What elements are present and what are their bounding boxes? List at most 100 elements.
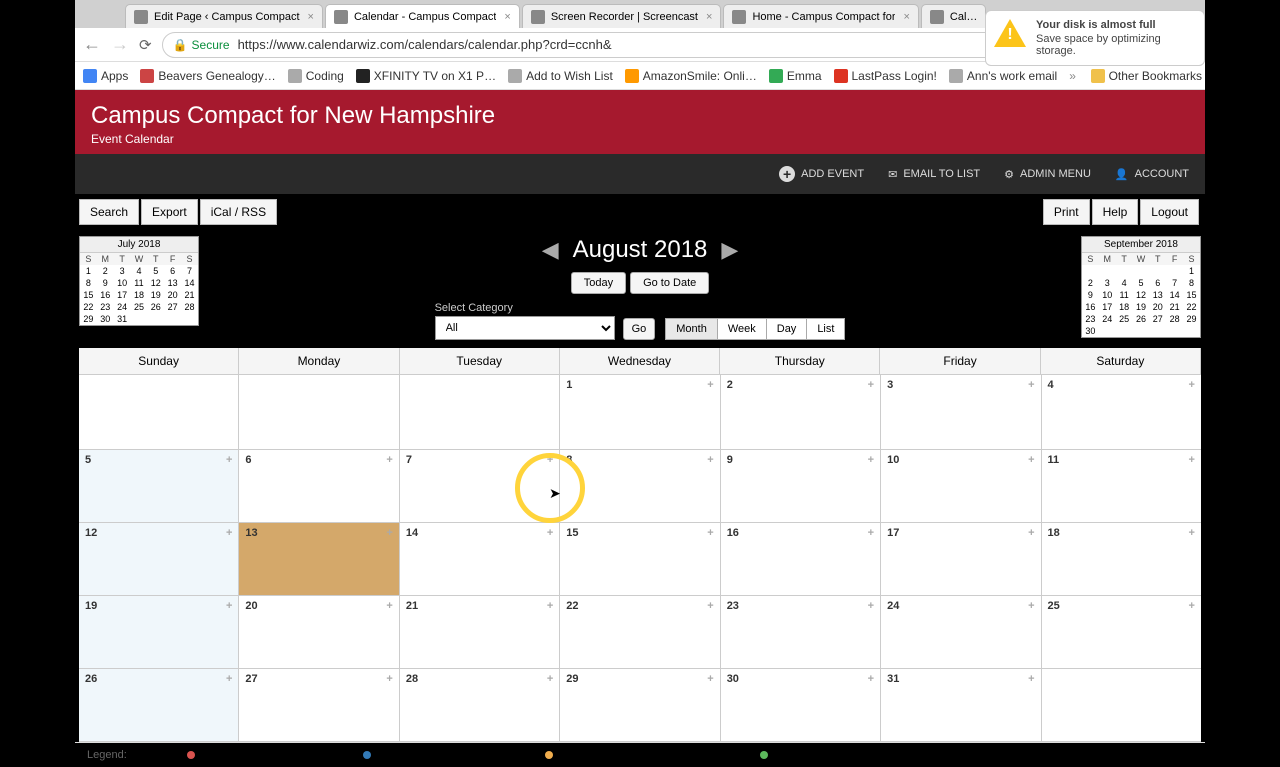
calendar-cell[interactable]: 12+	[79, 523, 239, 595]
calendar-cell[interactable]: 14+	[400, 523, 560, 595]
add-event-plus-icon[interactable]: +	[386, 673, 392, 685]
browser-tab[interactable]: Screen Recorder | Screencast×	[522, 4, 722, 28]
calendar-cell[interactable]: 24+	[881, 596, 1041, 668]
category-select[interactable]: All	[435, 316, 615, 340]
add-event-plus-icon[interactable]: +	[1189, 600, 1195, 612]
go-button[interactable]: Go	[623, 318, 656, 340]
export-button[interactable]: Export	[141, 199, 198, 225]
add-event-plus-icon[interactable]: +	[386, 600, 392, 612]
calendar-cell[interactable]: 18+	[1042, 523, 1201, 595]
calendar-cell[interactable]: 25+	[1042, 596, 1201, 668]
next-month-button[interactable]: ▶	[721, 237, 738, 263]
add-event-plus-icon[interactable]: +	[868, 673, 874, 685]
mini-calendar-next[interactable]: September 2018 SMTWTFS123456789101112131…	[1081, 236, 1201, 338]
add-event-plus-icon[interactable]: +	[547, 454, 553, 466]
calendar-cell[interactable]: 5+	[79, 450, 239, 522]
add-event-plus-icon[interactable]: +	[868, 527, 874, 539]
bookmark-item[interactable]: LastPass Login!	[834, 69, 937, 83]
bookmark-item[interactable]: Ann's work email	[949, 69, 1057, 83]
add-event-plus-icon[interactable]: +	[226, 527, 232, 539]
calendar-cell[interactable]: 31+	[881, 669, 1041, 741]
calendar-cell[interactable]: 4+	[1042, 375, 1201, 449]
mini-calendar-prev[interactable]: July 2018 SMTWTFS12345678910111213141516…	[79, 236, 199, 326]
add-event-plus-icon[interactable]: +	[868, 379, 874, 391]
calendar-cell[interactable]: 20+	[239, 596, 399, 668]
add-event-plus-icon[interactable]: +	[547, 600, 553, 612]
calendar-cell[interactable]: 19+	[79, 596, 239, 668]
calendar-cell[interactable]: 15+	[560, 523, 720, 595]
calendar-cell[interactable]: 3+	[881, 375, 1041, 449]
calendar-cell[interactable]: 30+	[721, 669, 881, 741]
goto-date-button[interactable]: Go to Date	[630, 272, 709, 294]
add-event-plus-icon[interactable]: +	[386, 527, 392, 539]
view-list-button[interactable]: List	[807, 318, 845, 340]
other-bookmarks[interactable]: » Other Bookmarks	[1069, 69, 1202, 83]
ical-button[interactable]: iCal / RSS	[200, 199, 277, 225]
email-list-button[interactable]: ✉EMAIL TO LIST	[888, 168, 980, 181]
add-event-plus-icon[interactable]: +	[1028, 454, 1034, 466]
today-button[interactable]: Today	[571, 272, 626, 294]
calendar-cell[interactable]: 26+	[79, 669, 239, 741]
calendar-cell[interactable]: 16+	[721, 523, 881, 595]
bookmark-item[interactable]: Add to Wish List	[508, 69, 613, 83]
add-event-plus-icon[interactable]: +	[707, 600, 713, 612]
tab-close-icon[interactable]: ×	[504, 11, 510, 23]
apps-button[interactable]: Apps	[83, 69, 128, 83]
print-button[interactable]: Print	[1043, 199, 1090, 225]
tab-close-icon[interactable]: ×	[308, 11, 314, 23]
calendar-cell[interactable]	[400, 375, 560, 449]
logout-button[interactable]: Logout	[1140, 199, 1199, 225]
calendar-cell[interactable]: 9+	[721, 450, 881, 522]
account-button[interactable]: 👤ACCOUNT	[1115, 168, 1189, 181]
calendar-cell[interactable]: 11+	[1042, 450, 1201, 522]
calendar-cell[interactable]: 10+	[881, 450, 1041, 522]
browser-tab[interactable]: Calendar - Campus Compact×	[325, 4, 520, 28]
add-event-plus-icon[interactable]: +	[1189, 379, 1195, 391]
add-event-plus-icon[interactable]: +	[707, 673, 713, 685]
view-day-button[interactable]: Day	[767, 318, 808, 340]
admin-menu-button[interactable]: ⚙ADMIN MENU	[1004, 168, 1091, 181]
calendar-cell[interactable]: 29+	[560, 669, 720, 741]
add-event-plus-icon[interactable]: +	[1028, 527, 1034, 539]
tab-close-icon[interactable]: ×	[903, 11, 909, 23]
add-event-plus-icon[interactable]: +	[1189, 527, 1195, 539]
view-week-button[interactable]: Week	[718, 318, 767, 340]
prev-month-button[interactable]: ◀	[542, 237, 559, 263]
calendar-cell[interactable]: 27+	[239, 669, 399, 741]
view-month-button[interactable]: Month	[665, 318, 718, 340]
calendar-cell[interactable]: 2+	[721, 375, 881, 449]
reload-button[interactable]: ⟳	[139, 36, 152, 54]
calendar-cell[interactable]	[79, 375, 239, 449]
calendar-cell[interactable]: 21+	[400, 596, 560, 668]
search-button[interactable]: Search	[79, 199, 139, 225]
calendar-cell[interactable]: 17+	[881, 523, 1041, 595]
calendar-cell[interactable]	[1042, 669, 1201, 741]
back-button[interactable]: ←	[83, 34, 101, 55]
calendar-cell[interactable]: 28+	[400, 669, 560, 741]
bookmark-item[interactable]: AmazonSmile: Onli…	[625, 69, 757, 83]
add-event-plus-icon[interactable]: +	[1028, 673, 1034, 685]
add-event-plus-icon[interactable]: +	[707, 454, 713, 466]
add-event-plus-icon[interactable]: +	[868, 600, 874, 612]
add-event-plus-icon[interactable]: +	[868, 454, 874, 466]
calendar-cell[interactable]: 13+	[239, 523, 399, 595]
calendar-cell[interactable]	[239, 375, 399, 449]
add-event-plus-icon[interactable]: +	[1028, 379, 1034, 391]
bookmark-item[interactable]: Emma	[769, 69, 822, 83]
calendar-cell[interactable]: 8+	[560, 450, 720, 522]
system-notification[interactable]: Your disk is almost full Save space by o…	[985, 10, 1205, 66]
add-event-button[interactable]: +ADD EVENT	[779, 166, 864, 182]
add-event-plus-icon[interactable]: +	[226, 600, 232, 612]
calendar-cell[interactable]: 1+	[560, 375, 720, 449]
add-event-plus-icon[interactable]: +	[386, 454, 392, 466]
add-event-plus-icon[interactable]: +	[707, 379, 713, 391]
add-event-plus-icon[interactable]: +	[547, 673, 553, 685]
calendar-cell[interactable]: 6+	[239, 450, 399, 522]
add-event-plus-icon[interactable]: +	[547, 527, 553, 539]
browser-tab[interactable]: Edit Page ‹ Campus Compact×	[125, 4, 323, 28]
url-input[interactable]: 🔒 Secure https://www.calendarwiz.com/cal…	[162, 32, 1123, 58]
bookmark-item[interactable]: Coding	[288, 69, 344, 83]
browser-tab[interactable]: Home - Campus Compact for×	[723, 4, 918, 28]
add-event-plus-icon[interactable]: +	[1028, 600, 1034, 612]
calendar-cell[interactable]: 22+	[560, 596, 720, 668]
